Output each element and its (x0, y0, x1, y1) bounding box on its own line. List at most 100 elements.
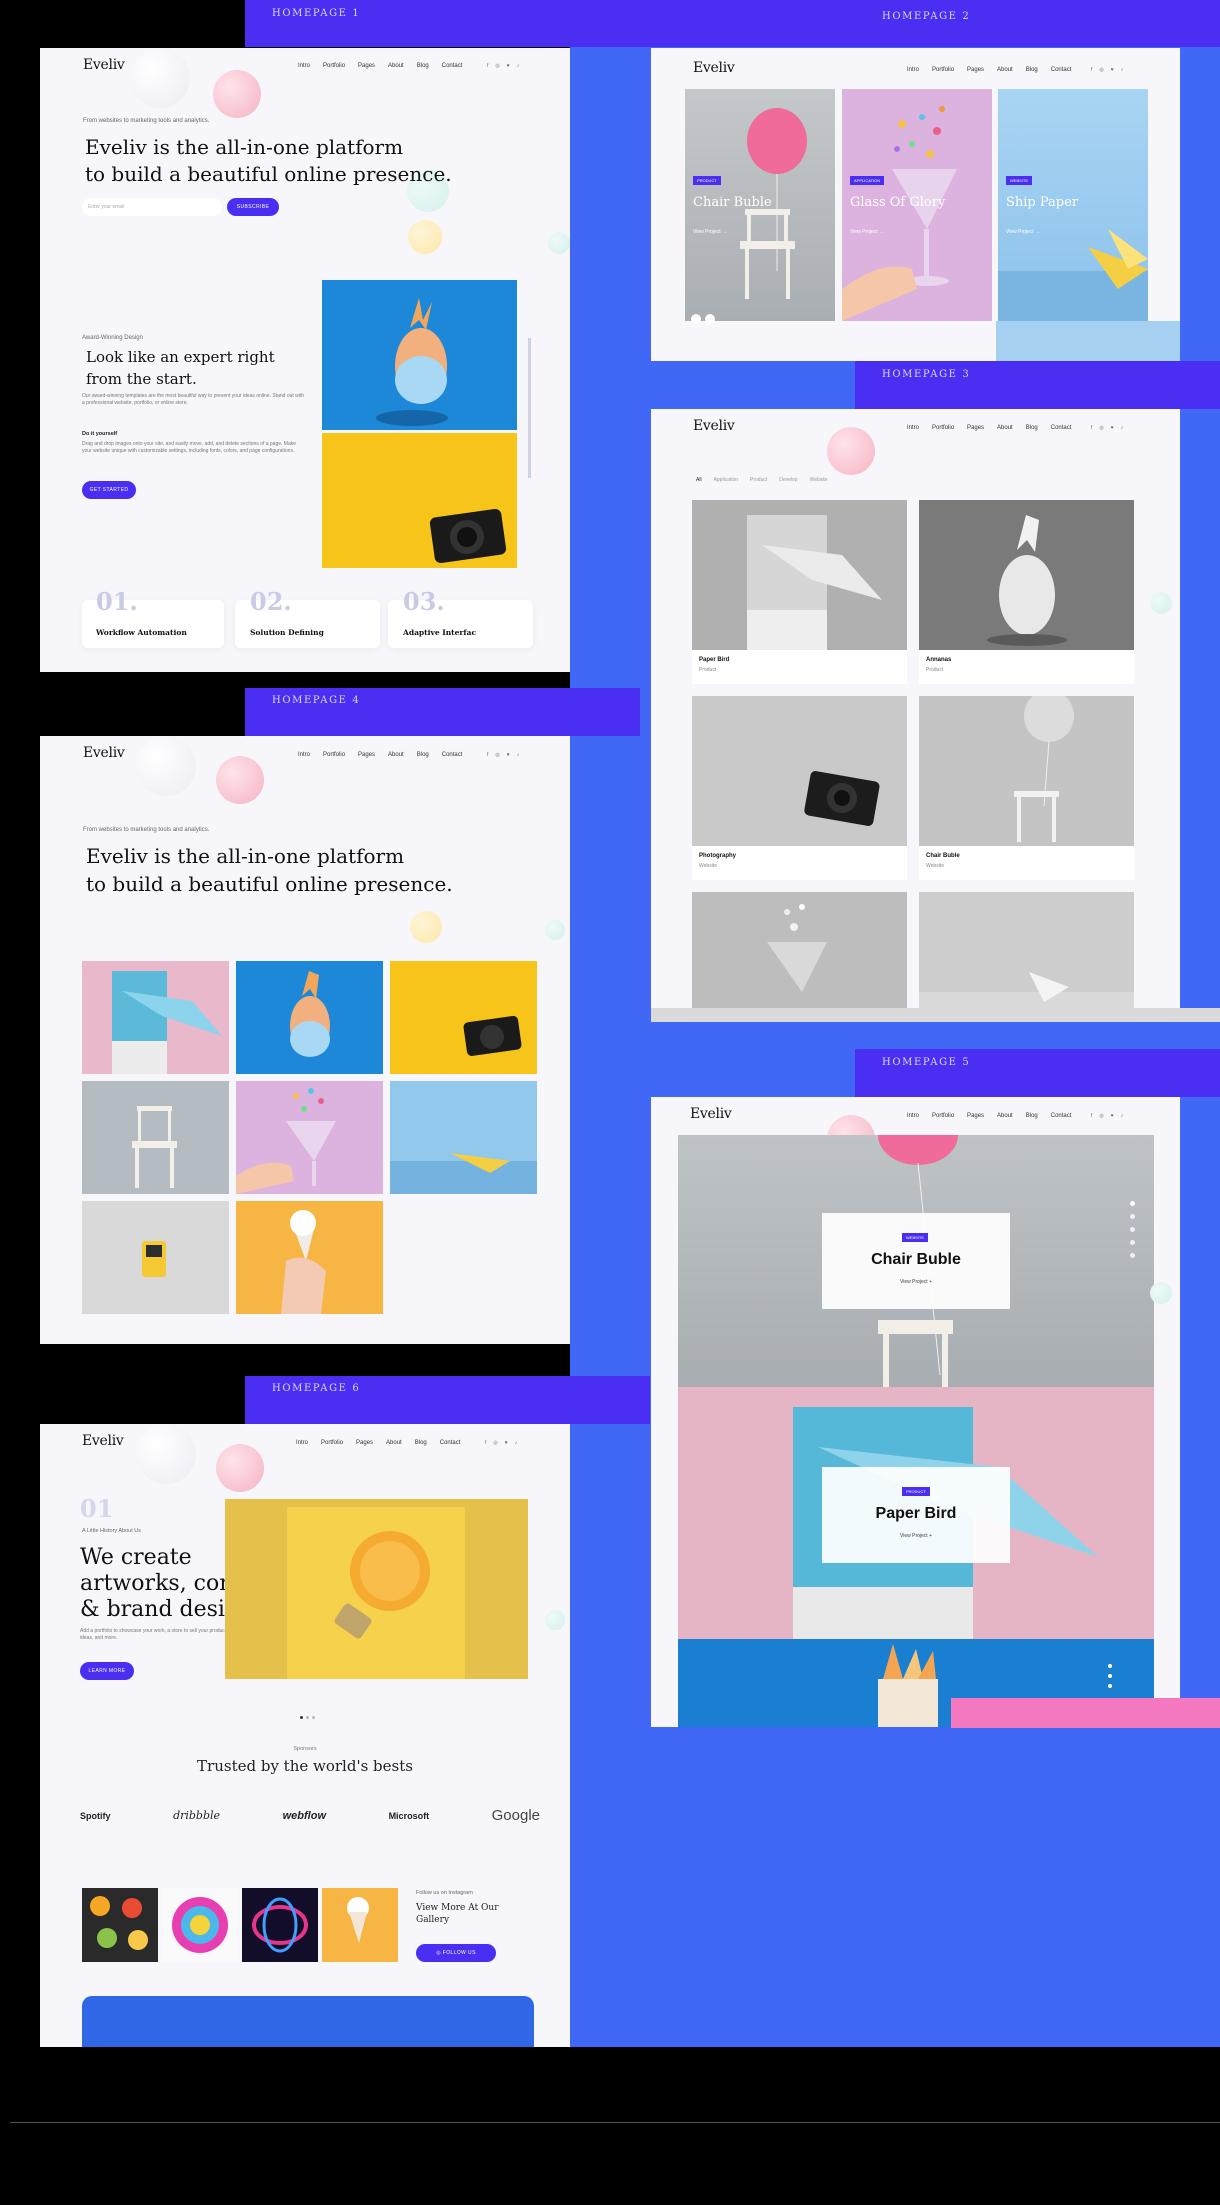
nav-portfolio[interactable]: Portfolio (932, 67, 954, 73)
slider-dot[interactable] (705, 314, 715, 324)
scrollbar[interactable] (528, 338, 531, 478)
facebook-icon[interactable]: f (1091, 425, 1092, 431)
portfolio-item-glass[interactable] (692, 892, 907, 1009)
pagination-dot[interactable] (1108, 1684, 1112, 1688)
brand-logo[interactable]: Eveliv (83, 57, 125, 73)
nav-contact[interactable]: Contact (442, 752, 463, 758)
nav-contact[interactable]: Contact (1051, 425, 1072, 431)
portfolio-item-annanas[interactable] (919, 500, 1134, 650)
view-project-link[interactable]: View Project → (693, 229, 727, 235)
portfolio-item-chair[interactable] (919, 696, 1134, 846)
brand-logo[interactable]: Eveliv (83, 745, 125, 761)
music-icon[interactable]: ♪ (517, 63, 520, 69)
nav-portfolio[interactable]: Portfolio (323, 63, 345, 69)
pagination-dot[interactable] (1108, 1664, 1112, 1668)
nav-intro[interactable]: Intro (296, 1440, 308, 1446)
slider-dot[interactable] (691, 314, 701, 324)
carousel-dot[interactable] (306, 1716, 309, 1719)
view-project-link[interactable]: View Project → (850, 229, 884, 235)
nav-about[interactable]: About (997, 1113, 1013, 1119)
email-input[interactable]: Enter your email (82, 198, 222, 216)
nav-about[interactable]: About (997, 425, 1013, 431)
tab-homepage-6[interactable]: HOMEPAGE 6 (245, 1376, 650, 1424)
tab-homepage-1[interactable]: HOMEPAGE 1 (245, 0, 645, 47)
brand-logo[interactable]: Eveliv (82, 1433, 124, 1449)
nav-intro[interactable]: Intro (298, 752, 310, 758)
twitter-icon[interactable]: ♥ (505, 1440, 508, 1446)
nav-pages[interactable]: Pages (358, 752, 375, 758)
nav-about[interactable]: About (386, 1440, 402, 1446)
filter-website[interactable]: Website (810, 477, 828, 483)
pagination-dot[interactable] (1130, 1201, 1135, 1206)
pagination-dot[interactable] (1108, 1674, 1112, 1678)
gallery-paper-bird[interactable] (82, 961, 229, 1074)
filter-product[interactable]: Product (750, 477, 767, 483)
nav-intro[interactable]: Intro (907, 67, 919, 73)
nav-portfolio[interactable]: Portfolio (321, 1440, 343, 1446)
pagination-dot[interactable] (1130, 1253, 1135, 1258)
carousel-dot[interactable] (312, 1716, 315, 1719)
follow-us-button[interactable]: ◎ FOLLOW US (416, 1944, 496, 1962)
nav-portfolio[interactable]: Portfolio (932, 1113, 954, 1119)
filter-application[interactable]: Application (714, 477, 738, 483)
facebook-icon[interactable]: f (1091, 67, 1092, 73)
nav-blog[interactable]: Blog (417, 63, 429, 69)
brand-logo[interactable]: Eveliv (690, 1106, 732, 1122)
nav-blog[interactable]: Blog (1026, 425, 1038, 431)
gallery-ship[interactable] (390, 1081, 537, 1194)
music-icon[interactable]: ♪ (1121, 425, 1124, 431)
nav-portfolio[interactable]: Portfolio (323, 752, 345, 758)
nav-blog[interactable]: Blog (1026, 1113, 1038, 1119)
view-project-link[interactable]: View Project + (822, 1279, 1010, 1285)
music-icon[interactable]: ♪ (517, 752, 520, 758)
instagram-icon[interactable]: ◎ (1099, 425, 1103, 431)
gallery-ice-cream[interactable] (236, 1201, 383, 1314)
nav-contact[interactable]: Contact (1051, 67, 1072, 73)
view-project-link[interactable]: View Project → (1006, 229, 1040, 235)
instagram-icon[interactable]: ◎ (1099, 67, 1103, 73)
nav-intro[interactable]: Intro (298, 63, 310, 69)
facebook-icon[interactable]: f (485, 1440, 486, 1446)
portfolio-item-paper-bird[interactable] (692, 500, 907, 650)
nav-pages[interactable]: Pages (358, 63, 375, 69)
carousel-dot[interactable] (300, 1716, 303, 1719)
nav-pages[interactable]: Pages (967, 425, 984, 431)
gallery-chair[interactable] (82, 1081, 229, 1194)
nav-blog[interactable]: Blog (417, 752, 429, 758)
instagram-photo-citrus[interactable] (82, 1888, 158, 1962)
gallery-camera[interactable] (390, 961, 537, 1074)
nav-contact[interactable]: Contact (440, 1440, 461, 1446)
nav-contact[interactable]: Contact (1051, 1113, 1072, 1119)
view-project-link[interactable]: View Project + (822, 1533, 1010, 1539)
filter-all[interactable]: All (696, 477, 702, 483)
instagram-photo-flower[interactable] (162, 1888, 238, 1962)
instagram-icon[interactable]: ◎ (493, 1440, 497, 1446)
nav-about[interactable]: About (388, 752, 404, 758)
tab-homepage-4[interactable]: HOMEPAGE 4 (245, 688, 640, 736)
nav-intro[interactable]: Intro (907, 1113, 919, 1119)
twitter-icon[interactable]: ♥ (1111, 1113, 1114, 1119)
twitter-icon[interactable]: ♥ (1111, 67, 1114, 73)
brand-logo[interactable]: Eveliv (693, 60, 735, 76)
instagram-icon[interactable]: ◎ (495, 752, 499, 758)
music-icon[interactable]: ♪ (515, 1440, 518, 1446)
tab-homepage-5[interactable]: HOMEPAGE 5 (855, 1049, 1220, 1097)
nav-about[interactable]: About (388, 63, 404, 69)
brand-logo[interactable]: Eveliv (693, 418, 735, 434)
gallery-gameboy[interactable] (82, 1201, 229, 1314)
gallery-pineapple[interactable] (236, 961, 383, 1074)
tab-homepage-3[interactable]: HOMEPAGE 3 (855, 361, 1220, 409)
get-started-button[interactable]: GET STARTED (82, 481, 136, 499)
facebook-icon[interactable]: f (487, 752, 488, 758)
instagram-photo-ice-cream[interactable] (322, 1888, 398, 1962)
project-card-chair[interactable]: PRODUCT Chair Buble View Project → (685, 89, 835, 321)
facebook-icon[interactable]: f (1091, 1113, 1092, 1119)
filter-develop[interactable]: Develop (779, 477, 797, 483)
nav-contact[interactable]: Contact (442, 63, 463, 69)
facebook-icon[interactable]: f (487, 63, 488, 69)
gallery-glass[interactable] (236, 1081, 383, 1194)
nav-pages[interactable]: Pages (356, 1440, 373, 1446)
nav-pages[interactable]: Pages (967, 67, 984, 73)
music-icon[interactable]: ♪ (1121, 67, 1124, 73)
nav-about[interactable]: About (997, 67, 1013, 73)
